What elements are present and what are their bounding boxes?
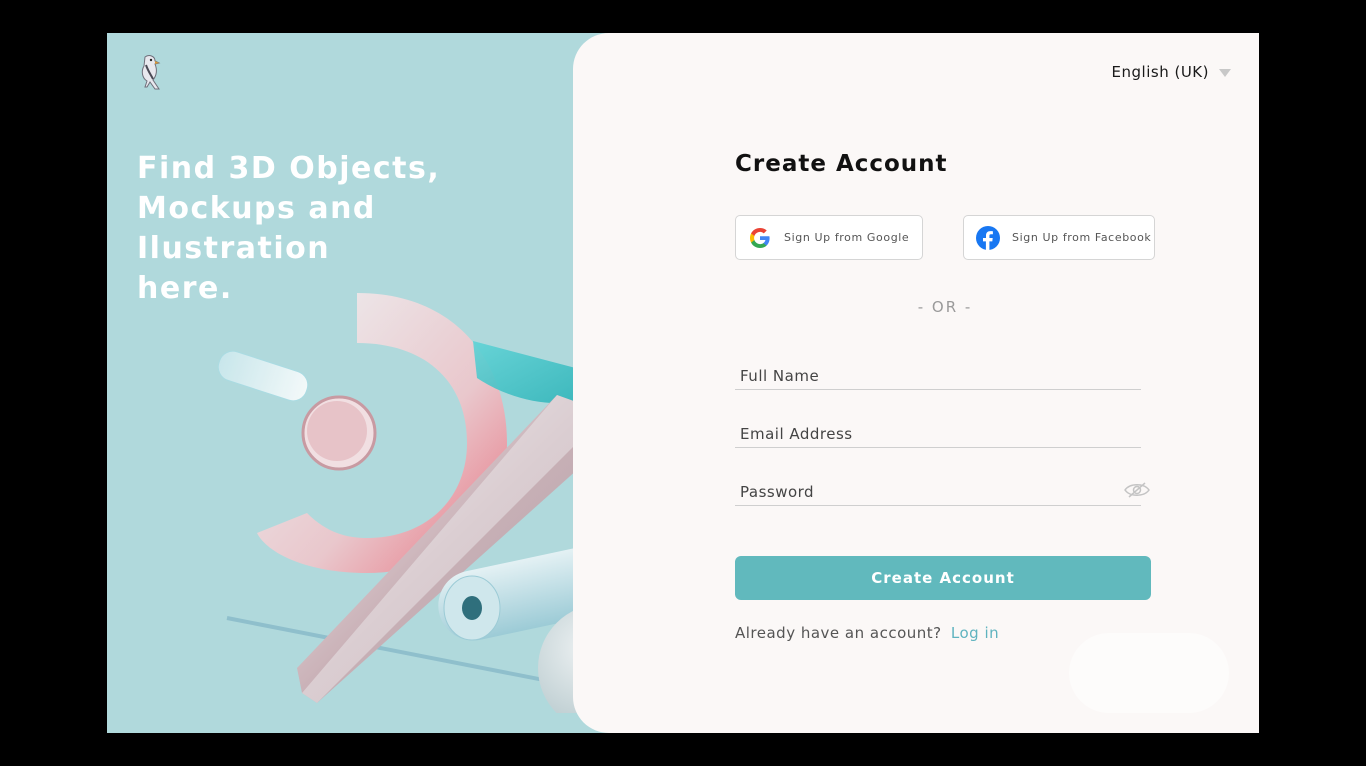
email-input[interactable] — [735, 425, 1141, 443]
password-field — [735, 462, 1150, 506]
hero-panel: Find 3D Objects, Mockups and Ilustration… — [107, 33, 687, 733]
signup-panel: English (UK) Create Account Sign Up from… — [573, 33, 1259, 733]
form-title: Create Account — [735, 151, 948, 177]
google-signup-button[interactable]: Sign Up from Google — [735, 215, 923, 260]
signup-fields — [735, 346, 1155, 506]
language-selector[interactable]: English (UK) — [1112, 63, 1231, 81]
hero-line-2: Mockups and Ilustration — [137, 191, 376, 266]
social-signup-row: Sign Up from Google Sign Up from Faceboo… — [735, 215, 1155, 260]
language-label: English (UK) — [1111, 63, 1209, 81]
google-icon — [750, 227, 770, 248]
signup-page: Find 3D Objects, Mockups and Ilustration… — [107, 33, 1259, 733]
eye-slash-icon[interactable] — [1123, 481, 1151, 499]
create-account-button[interactable]: Create Account — [735, 556, 1151, 600]
google-signup-label: Sign Up from Google — [784, 231, 910, 244]
signup-form: Create Account Sign Up from Google Sign … — [735, 151, 1155, 642]
login-prompt-text: Already have an account? — [735, 624, 942, 642]
hero-line-1: Find 3D Objects, — [137, 151, 441, 186]
facebook-icon — [976, 225, 1000, 250]
email-field — [735, 404, 1141, 448]
decorative-blob — [1069, 633, 1229, 713]
full-name-input[interactable] — [735, 367, 1141, 385]
facebook-signup-label: Sign Up from Facebook — [1012, 231, 1152, 244]
chevron-down-icon — [1219, 69, 1231, 77]
password-input[interactable] — [735, 483, 1141, 501]
login-link[interactable]: Log in — [951, 624, 999, 642]
bird-logo-icon[interactable] — [135, 53, 167, 93]
full-name-field — [735, 346, 1141, 390]
or-divider: - OR - — [917, 298, 973, 316]
facebook-signup-button[interactable]: Sign Up from Facebook — [963, 215, 1155, 260]
